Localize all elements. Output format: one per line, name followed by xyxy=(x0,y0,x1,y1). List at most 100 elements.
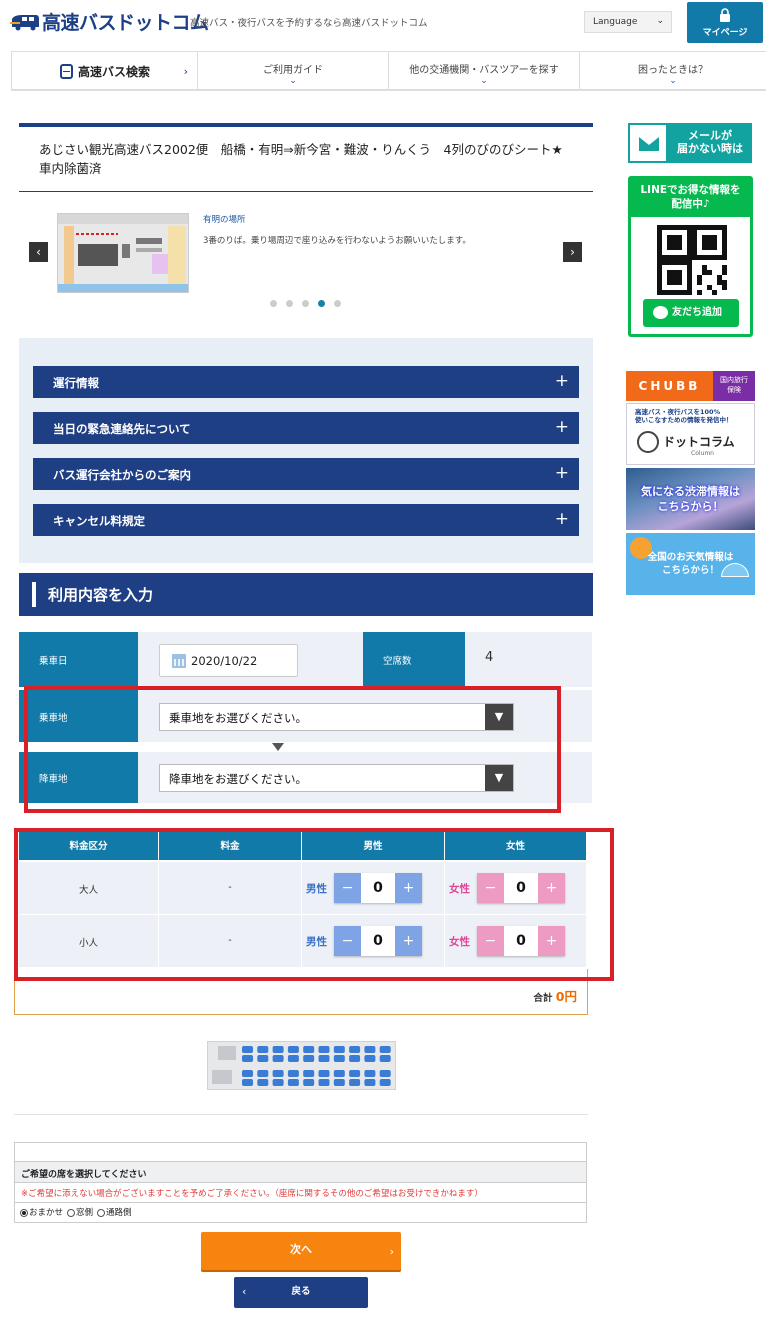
next-button[interactable]: 次へ › xyxy=(201,1232,401,1270)
slider-next-button[interactable]: › xyxy=(563,242,582,262)
seat-map[interactable] xyxy=(207,1041,396,1090)
alighting-select[interactable]: 降車地をお選びください。 ▼ xyxy=(159,764,514,792)
seat-icon[interactable] xyxy=(272,1055,284,1062)
dot-column-banner[interactable]: 高速バス・夜行バスを100% 使いこなすための情報を発信中！ ドットコラム Co… xyxy=(626,403,755,465)
seat-icon[interactable] xyxy=(257,1055,269,1062)
divider xyxy=(14,1114,588,1115)
seat-icon[interactable] xyxy=(303,1070,315,1077)
seat-icon[interactable] xyxy=(287,1046,299,1053)
seat-icon[interactable] xyxy=(303,1046,315,1053)
site-logo[interactable]: 高速バスドットコム xyxy=(10,8,209,35)
vacancy-label: 空席数 xyxy=(363,632,465,687)
count-value[interactable]: 0 xyxy=(504,926,538,956)
plus-button[interactable]: + xyxy=(395,926,422,956)
seat-icon[interactable] xyxy=(379,1079,391,1086)
chevron-down-icon: ⌄ xyxy=(480,76,488,86)
seat-icon[interactable] xyxy=(287,1079,299,1086)
back-button[interactable]: ‹ 戻る xyxy=(234,1277,368,1308)
radio-option-window[interactable]: 窓側 xyxy=(67,1206,93,1218)
seat-icon[interactable] xyxy=(349,1070,361,1077)
seat-icon[interactable] xyxy=(242,1079,253,1086)
radio-option-aisle[interactable]: 通路側 xyxy=(97,1206,132,1218)
chubb-insurance-banner[interactable]: CHUBB 国内旅行 保険 xyxy=(626,371,755,401)
plus-icon: + xyxy=(554,417,569,437)
seat-icon[interactable] xyxy=(287,1055,299,1062)
seat-icon[interactable] xyxy=(318,1079,330,1086)
slider-dot-active[interactable] xyxy=(318,300,325,307)
accordion-cancel-policy[interactable]: キャンセル料規定 + xyxy=(33,504,579,536)
seat-icon[interactable] xyxy=(349,1079,361,1086)
seat-icon[interactable] xyxy=(272,1079,284,1086)
radio-icon[interactable] xyxy=(67,1208,76,1217)
seat-icon[interactable] xyxy=(333,1070,345,1077)
seat-icon[interactable] xyxy=(242,1055,253,1062)
slider-dot[interactable] xyxy=(270,300,277,307)
weather-text: 全国のお天気情報は こちらから！ xyxy=(647,552,734,576)
count-value[interactable]: 0 xyxy=(361,926,395,956)
language-select[interactable]: Language ⌄ xyxy=(584,11,672,33)
seat-icon[interactable] xyxy=(303,1079,315,1086)
seat-icon[interactable] xyxy=(349,1046,361,1053)
fare-header-price: 料金 xyxy=(159,828,302,860)
seat-icon[interactable] xyxy=(364,1046,376,1053)
seat-icon[interactable] xyxy=(333,1046,345,1053)
seat-icon[interactable] xyxy=(364,1070,376,1077)
count-value[interactable]: 0 xyxy=(361,873,395,903)
radio-option-omakase[interactable]: おまかせ xyxy=(20,1206,63,1218)
seat-icon[interactable] xyxy=(379,1046,391,1053)
seat-icon[interactable] xyxy=(303,1055,315,1062)
radio-checked-icon[interactable] xyxy=(20,1208,28,1217)
seat-icon[interactable] xyxy=(242,1070,253,1077)
accordion-operation-info[interactable]: 運行情報 + xyxy=(33,366,579,398)
seat-icon[interactable] xyxy=(257,1070,269,1077)
seat-icon[interactable] xyxy=(379,1070,391,1077)
seat-icon[interactable] xyxy=(272,1070,284,1077)
accordion-emergency-contact[interactable]: 当日の緊急連絡先について + xyxy=(33,412,579,444)
mail-help-banner[interactable]: メールが 届かない時は xyxy=(628,123,752,163)
mypage-button[interactable]: マイページ xyxy=(687,2,763,43)
line-banner[interactable]: LINEでお得な情報を 配信中♪ 友だち追加 xyxy=(628,176,753,337)
minus-button[interactable]: − xyxy=(477,926,504,956)
minus-button[interactable]: − xyxy=(334,926,361,956)
seat-icon[interactable] xyxy=(364,1055,376,1062)
boarding-select[interactable]: 乗車地をお選びください。 ▼ xyxy=(159,703,514,731)
seat-icon[interactable] xyxy=(257,1079,269,1086)
seat-icon[interactable] xyxy=(272,1046,284,1053)
envelope-icon xyxy=(628,123,668,163)
plus-button[interactable]: + xyxy=(538,873,565,903)
fare-price-cell: - xyxy=(159,861,302,914)
radio-icon[interactable] xyxy=(97,1208,106,1217)
plus-button[interactable]: + xyxy=(538,926,565,956)
date-field[interactable]: 2020/10/22 xyxy=(159,644,298,677)
nav-bus-search[interactable]: 高速バス検索 › xyxy=(11,52,197,90)
seat-icon[interactable] xyxy=(364,1079,376,1086)
slider-dot[interactable] xyxy=(302,300,309,307)
seat-icon[interactable] xyxy=(333,1055,345,1062)
traffic-info-banner[interactable]: 気になる渋滞情報は こちらから！ xyxy=(626,468,755,530)
nav-help[interactable]: 困ったときは？ ⌄ xyxy=(579,52,766,90)
slider-prev-button[interactable]: ‹ xyxy=(29,242,48,262)
slider-dot[interactable] xyxy=(334,300,341,307)
seat-icon[interactable] xyxy=(349,1055,361,1062)
seat-icon[interactable] xyxy=(318,1070,330,1077)
line-add-friend-button[interactable]: 友だち追加 xyxy=(643,299,739,327)
nav-guide[interactable]: ご利用ガイド ⌄ xyxy=(197,52,388,90)
seat-preference-note: ※ご希望に添えない場合がございますことを予めご了承ください。（座席に関するその他… xyxy=(21,1189,483,1199)
seat-icon[interactable] xyxy=(318,1055,330,1062)
map-illustration xyxy=(58,214,188,292)
minus-button[interactable]: − xyxy=(334,873,361,903)
weather-info-banner[interactable]: 全国のお天気情報は こちらから！ xyxy=(626,533,755,595)
seat-icon[interactable] xyxy=(287,1070,299,1077)
minus-button[interactable]: − xyxy=(477,873,504,903)
count-value[interactable]: 0 xyxy=(504,873,538,903)
seat-icon[interactable] xyxy=(257,1046,269,1053)
seat-icon[interactable] xyxy=(379,1055,391,1062)
plus-button[interactable]: + xyxy=(395,873,422,903)
seat-icon[interactable] xyxy=(242,1046,253,1053)
nav-other-transport[interactable]: 他の交通機関・バスツアーを探す ⌄ xyxy=(388,52,579,90)
accordion-operator-notice[interactable]: バス運行会社からのご案内 + xyxy=(33,458,579,490)
slider-dot[interactable] xyxy=(286,300,293,307)
seat-icon[interactable] xyxy=(333,1079,345,1086)
nav-label: ご利用ガイド xyxy=(263,65,323,76)
seat-icon[interactable] xyxy=(318,1046,330,1053)
